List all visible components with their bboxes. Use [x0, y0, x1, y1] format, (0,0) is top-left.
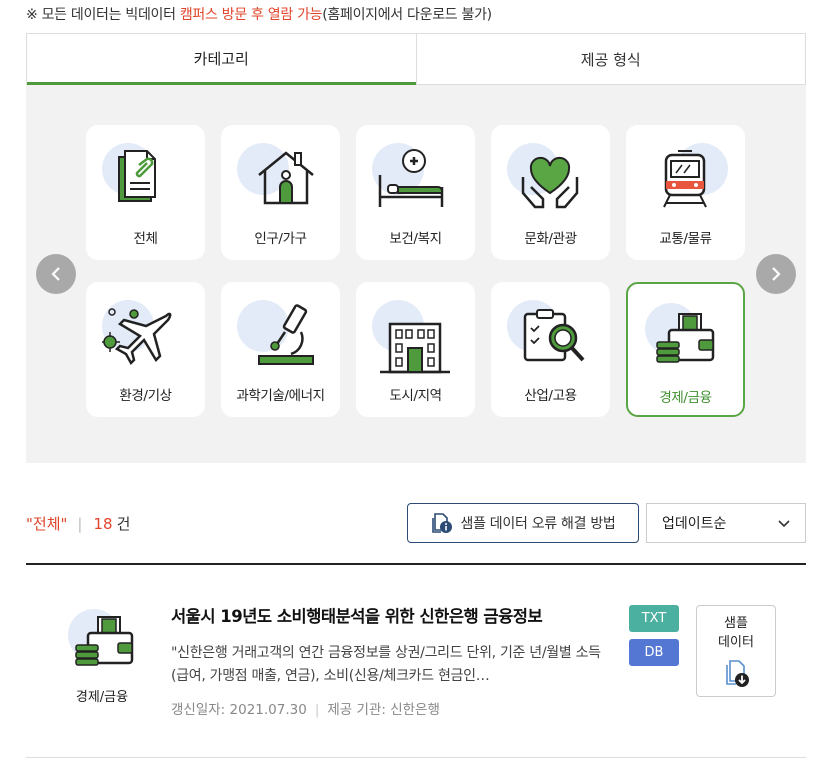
notice-suffix: (홈페이지에서 다운로드 불가) — [322, 7, 492, 23]
hands-heart-icon — [521, 156, 579, 209]
house-person-icon — [258, 151, 314, 205]
chevron-left-icon — [51, 267, 60, 281]
building-icon — [380, 322, 450, 374]
notice-text: ※ 모든 데이터는 빅데이터 캠퍼스 방문 후 열람 가능(홈페이지에서 다운로… — [26, 4, 492, 24]
train-icon — [663, 150, 707, 208]
divider: | — [314, 702, 320, 718]
documents-icon — [118, 150, 156, 202]
category-label: 도시/지역 — [389, 388, 442, 404]
carousel-next-button[interactable] — [756, 254, 796, 294]
category-label: 환경/기상 — [119, 388, 172, 404]
wallet-coins-icon — [656, 313, 715, 363]
item-updated: 갱신일자: 2021.07.30 — [171, 702, 307, 718]
item-category-label: 경제/금융 — [75, 690, 129, 705]
category-label: 문화/관광 — [524, 231, 577, 247]
category-population[interactable]: 인구/가구 — [221, 125, 340, 260]
category-all[interactable]: 전체 — [86, 125, 205, 260]
category-culture[interactable]: 문화/관광 — [491, 125, 610, 260]
category-label: 전체 — [133, 231, 158, 247]
divider: | — [77, 515, 83, 533]
category-industry[interactable]: 산업/고용 — [491, 282, 610, 417]
result-unit: 건 — [116, 515, 131, 533]
category-label: 산업/고용 — [524, 388, 577, 404]
notice-highlight: 캠퍼스 방문 후 열람 가능 — [179, 7, 323, 23]
notice-prefix: ※ 모든 데이터는 빅데이터 — [26, 7, 180, 23]
category-panel: 전체 인구/가구 보건/복지 문화/관광 교통/물류 환경/기상 과학기술/에너… — [26, 85, 806, 463]
sort-select[interactable]: 업데이트순 — [646, 503, 806, 543]
category-label: 경제/금융 — [659, 390, 712, 406]
item-meta: 갱신일자: 2021.07.30 | 제공 기관: 신한은행 — [171, 698, 440, 718]
sample-data-button[interactable]: 샘플 데이터 — [696, 605, 776, 697]
format-badge-txt: TXT — [629, 605, 679, 632]
list-bottom-divider — [26, 757, 806, 758]
category-health[interactable]: 보건/복지 — [356, 125, 475, 260]
category-label: 과학기술/에너지 — [236, 388, 325, 404]
list-top-divider — [26, 563, 806, 565]
hospital-bed-icon — [378, 149, 444, 207]
file-info-icon — [431, 513, 452, 533]
category-science[interactable]: 과학기술/에너지 — [221, 282, 340, 417]
file-download-icon — [726, 660, 749, 687]
sort-value: 업데이트순 — [662, 516, 727, 532]
chevron-down-icon — [778, 520, 790, 528]
category-transport[interactable]: 교통/물류 — [626, 125, 745, 260]
category-city[interactable]: 도시/지역 — [356, 282, 475, 417]
sample-button-label: 샘플 데이터 — [718, 616, 754, 650]
selected-category: "전체" — [26, 515, 68, 533]
result-summary: "전체" | 18 건 — [26, 513, 130, 534]
airplane-virus-icon — [102, 308, 172, 366]
chevron-right-icon — [772, 267, 781, 281]
category-label: 보건/복지 — [389, 231, 442, 247]
tab-category[interactable]: 카테고리 — [27, 34, 416, 85]
format-badge-db: DB — [629, 639, 679, 666]
item-description: "신한은행 거래고객의 연간 금융정보를 상권/그리드 단위, 기준 년/월별 … — [171, 645, 601, 684]
wallet-coins-icon — [75, 616, 134, 666]
item-provider: 제공 기관: 신한은행 — [327, 702, 440, 718]
category-economy[interactable]: 경제/금융 — [626, 282, 745, 417]
item-title-link[interactable]: 서울시 19년도 소비행태분석을 위한 신한은행 금융정보 — [171, 603, 543, 627]
sample-error-help-button[interactable]: 샘플 데이터 오류 해결 방법 — [407, 503, 639, 543]
result-bar: "전체" | 18 건 샘플 데이터 오류 해결 방법 업데이트순 — [26, 503, 806, 543]
item-category-icon — [66, 605, 138, 675]
carousel-prev-button[interactable] — [36, 254, 76, 294]
clipboard-magnifier-icon — [523, 309, 585, 362]
category-label: 교통/물류 — [659, 231, 712, 247]
category-environment[interactable]: 환경/기상 — [86, 282, 205, 417]
help-button-label: 샘플 데이터 오류 해결 방법 — [460, 516, 616, 532]
microscope-icon — [258, 304, 314, 365]
filter-tabs: 카테고리 제공 형식 — [26, 33, 806, 85]
category-label: 인구/가구 — [254, 231, 307, 247]
tab-format[interactable]: 제공 형식 — [415, 34, 805, 85]
result-count: 18 — [93, 515, 113, 533]
